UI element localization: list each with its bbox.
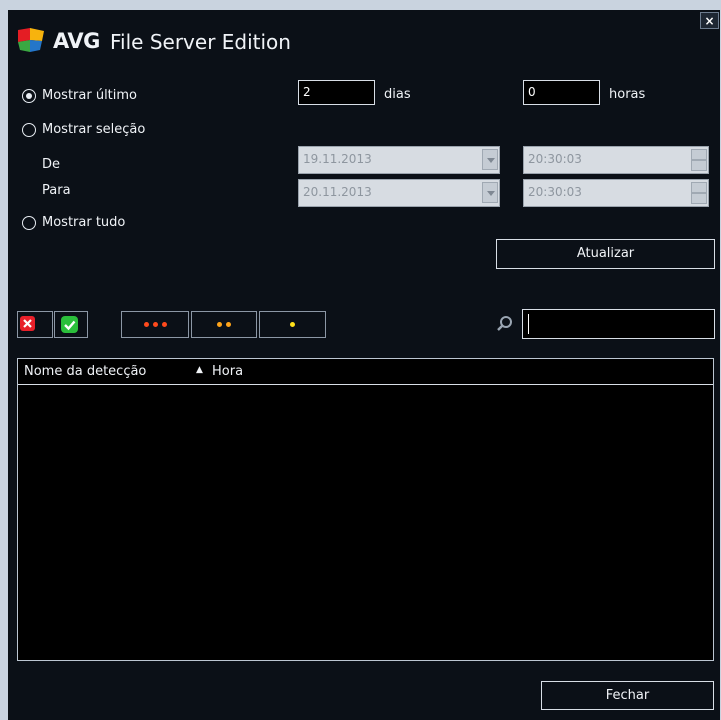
show-selection-label: Mostrar seleção [42,122,146,137]
low-severity-dot-icon [290,322,295,327]
brand-name: AVG [53,29,100,53]
radio-show-all[interactable] [22,216,36,230]
from-time-down-icon[interactable] [691,160,707,171]
days-label: dias [384,87,411,102]
dialog-window: × AVG File Server Edition Mostrar último… [0,0,721,720]
column-header-time[interactable]: Hora [212,364,243,379]
hours-label: horas [609,87,646,102]
radio-show-last[interactable] [22,89,36,103]
to-label: Para [42,183,71,198]
search-input[interactable] [522,309,715,339]
from-time-up-icon[interactable] [691,149,707,160]
close-button[interactable]: Fechar [541,681,714,710]
medium-severity-dot-icon [217,322,222,327]
list-header: Nome da detecção ▲ Hora [18,359,713,385]
ok-filter-button[interactable] [54,311,88,338]
show-all-label: Mostrar tudo [42,215,126,230]
to-time-value: 20:30:03 [528,185,582,199]
to-date-dropdown-icon[interactable] [482,182,498,203]
to-time-picker[interactable]: 20:30:03 [523,179,709,207]
to-date-picker[interactable]: 20.11.2013 [298,179,500,207]
close-window-button[interactable]: × [700,12,719,29]
hours-input[interactable]: 0 [523,80,600,105]
remove-filter-button[interactable] [17,311,53,338]
from-date-value: 19.11.2013 [303,152,372,166]
from-time-value: 20:30:03 [528,152,582,166]
high-severity-filter-button[interactable] [121,311,189,338]
detection-list[interactable]: Nome da detecção ▲ Hora [17,358,714,661]
remove-icon [20,316,35,331]
to-time-up-icon[interactable] [691,182,707,193]
text-cursor [528,314,529,334]
from-label: De [42,157,61,172]
from-date-picker[interactable]: 19.11.2013 [298,146,500,174]
high-severity-dot-icon [152,322,158,327]
product-name: File Server Edition [110,30,291,54]
high-severity-dot-icon [161,322,167,327]
high-severity-dot-icon [143,322,149,327]
check-icon [61,316,78,333]
column-header-detection-name[interactable]: Nome da detecção [24,364,146,379]
refresh-button[interactable]: Atualizar [496,239,715,269]
days-input[interactable]: 2 [298,80,375,105]
search-icon [496,315,514,333]
from-date-dropdown-icon[interactable] [482,149,498,170]
sort-ascending-icon: ▲ [196,365,203,375]
radio-show-selection[interactable] [22,123,36,137]
medium-severity-dot-icon [226,322,231,327]
to-time-down-icon[interactable] [691,193,707,204]
avg-logo-icon [18,28,46,52]
to-date-value: 20.11.2013 [303,185,372,199]
low-severity-filter-button[interactable] [259,311,326,338]
from-time-picker[interactable]: 20:30:03 [523,146,709,174]
show-last-label: Mostrar último [42,88,138,103]
medium-severity-filter-button[interactable] [191,311,257,338]
